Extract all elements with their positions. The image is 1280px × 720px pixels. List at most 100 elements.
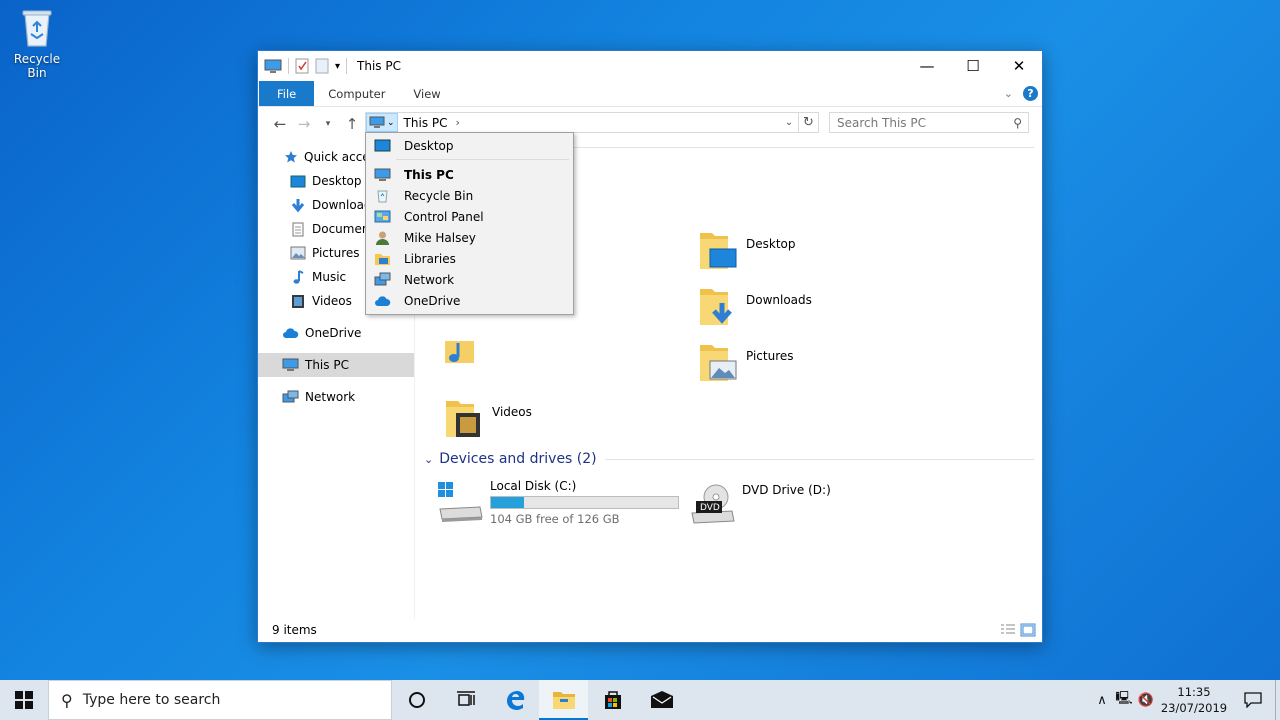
folder-label: Videos [492,405,532,419]
windows-logo-icon [15,691,33,709]
computer-icon [264,59,282,73]
customize-qat-icon[interactable]: ▾ [335,61,340,72]
folder-tile[interactable] [444,341,478,365]
task-view-icon [456,691,475,706]
edge-taskbar-button[interactable] [490,680,539,720]
tab-view[interactable]: View [399,81,454,106]
folder-desktop[interactable]: Desktop [698,231,796,271]
breadcrumb-chevron-icon[interactable]: › [456,116,460,129]
status-bar: 9 items [258,617,1042,642]
network-icon [282,390,299,402]
back-arrow-icon[interactable]: ← [268,115,292,133]
sidebar-item-network[interactable]: Network [258,385,414,409]
sidebar-item-label: This PC [305,358,349,372]
sidebar-item-this-pc[interactable]: This PC [258,353,414,377]
address-dropdown-menu: Desktop This PC Recycle Bin Control Pane… [365,132,574,315]
close-button[interactable]: ✕ [996,51,1042,81]
menu-item-onedrive[interactable]: OneDrive [366,290,573,311]
refresh-icon: ↻ [803,115,814,130]
forward-arrow-icon[interactable]: → [292,115,316,133]
menu-item-network[interactable]: Network [366,269,573,290]
mail-taskbar-button[interactable] [637,680,686,720]
start-button[interactable] [0,680,48,720]
minimize-button[interactable]: — [904,51,950,81]
computer-icon [369,116,385,128]
sidebar-item-label: Network [305,390,356,404]
control-panel-icon [374,210,391,222]
refresh-button[interactable]: ↻ [799,112,819,133]
computer-icon [374,168,391,181]
recycle-bin-desktop-icon[interactable]: Recycle Bin [4,6,70,80]
desktop-folder-icon [700,233,737,269]
cloud-icon [375,295,391,306]
address-history-icon[interactable]: ⌄ [780,117,798,128]
store-taskbar-button[interactable] [588,680,637,720]
menu-item-recycle-bin[interactable]: Recycle Bin [366,185,573,206]
file-explorer-taskbar-button[interactable] [539,680,588,720]
folder-label: Desktop [746,237,796,251]
new-folder-icon[interactable] [315,58,329,74]
hard-drive-icon [438,482,483,522]
menu-item-this-pc[interactable]: This PC [366,164,573,185]
taskbar-search-input[interactable]: ⚲ Type here to search [48,680,392,720]
menu-item-label: Network [404,272,455,287]
clock-date: 23/07/2019 [1160,701,1228,715]
folder-pictures[interactable]: Pictures [698,343,794,383]
devices-group-header[interactable]: ⌄ Devices and drives (2) [424,451,1034,467]
menu-item-user[interactable]: Mike Halsey [366,227,573,248]
up-arrow-icon[interactable]: ↑ [340,115,364,133]
document-icon [292,222,304,236]
clock[interactable]: 11:35 23/07/2019 [1157,684,1231,716]
desktop-icon [290,175,306,187]
downloads-folder-icon [700,289,732,325]
recycle-bin-icon [377,190,388,202]
quick-access-toolbar: ▾ [264,58,348,74]
taskbar: ⚲ Type here to search ∧ 🖳 🔇 11:35 23/07/… [0,680,1280,720]
edge-icon [506,691,524,710]
address-root-button[interactable]: ⌄ [366,113,398,132]
dvd-badge: DVD [700,503,720,513]
drive-c[interactable]: Local Disk (C:) 104 GB free of 126 GB [436,479,679,526]
folder-downloads[interactable]: Downloads [698,287,812,327]
tab-computer[interactable]: Computer [314,81,399,106]
menu-item-control-panel[interactable]: Control Panel [366,206,573,227]
desktop-icon [374,139,391,152]
sidebar-item-label: Videos [312,294,352,308]
title-bar: ▾ This PC — ☐ ✕ [258,51,1042,81]
menu-item-libraries[interactable]: Libraries [366,248,573,269]
videos-folder-icon [446,401,480,437]
sidebar-item-onedrive[interactable]: OneDrive [258,321,414,345]
recent-locations-icon[interactable]: ▾ [316,119,340,129]
large-icons-view-icon[interactable] [1020,623,1036,637]
menu-item-desktop[interactable]: Desktop [366,135,573,156]
show-hidden-icons-chevron-icon[interactable]: ∧ [1091,693,1113,708]
drive-free-space: 104 GB free of 126 GB [490,512,620,526]
address-bar[interactable]: ⌄ This PC › ⌄ [365,112,799,133]
menu-item-label: Control Panel [404,209,484,224]
properties-icon[interactable] [295,58,309,74]
maximize-button[interactable]: ☐ [950,51,996,81]
user-icon [376,231,389,245]
task-view-button[interactable] [441,680,490,720]
show-desktop-button[interactable] [1275,680,1280,720]
cortana-button[interactable] [392,680,441,720]
expand-ribbon-icon[interactable]: ⌄ [1004,87,1013,100]
help-icon[interactable]: ? [1023,86,1038,101]
search-icon: ⚲ [61,690,73,710]
sidebar-item-label: OneDrive [305,326,362,340]
volume-muted-icon[interactable]: 🔇 [1135,693,1157,708]
tab-file[interactable]: File [259,81,315,106]
sidebar-item-label: Pictures [312,246,360,260]
notification-icon [1244,692,1262,708]
chevron-down-icon: ⌄ [424,452,434,466]
search-input[interactable]: Search This PC ⚲ [829,112,1029,133]
action-center-button[interactable] [1231,692,1275,708]
chevron-down-icon: ⌄ [387,117,395,128]
address-path[interactable]: This PC [404,116,448,130]
drive-d[interactable]: DVD DVD Drive (D:) [690,483,831,525]
menu-item-label: Libraries [404,251,456,266]
details-view-icon[interactable] [1000,623,1016,637]
network-status-icon[interactable]: 🖳 [1113,689,1135,711]
folder-videos[interactable]: Videos [444,399,532,439]
recycle-bin-icon [22,10,52,47]
